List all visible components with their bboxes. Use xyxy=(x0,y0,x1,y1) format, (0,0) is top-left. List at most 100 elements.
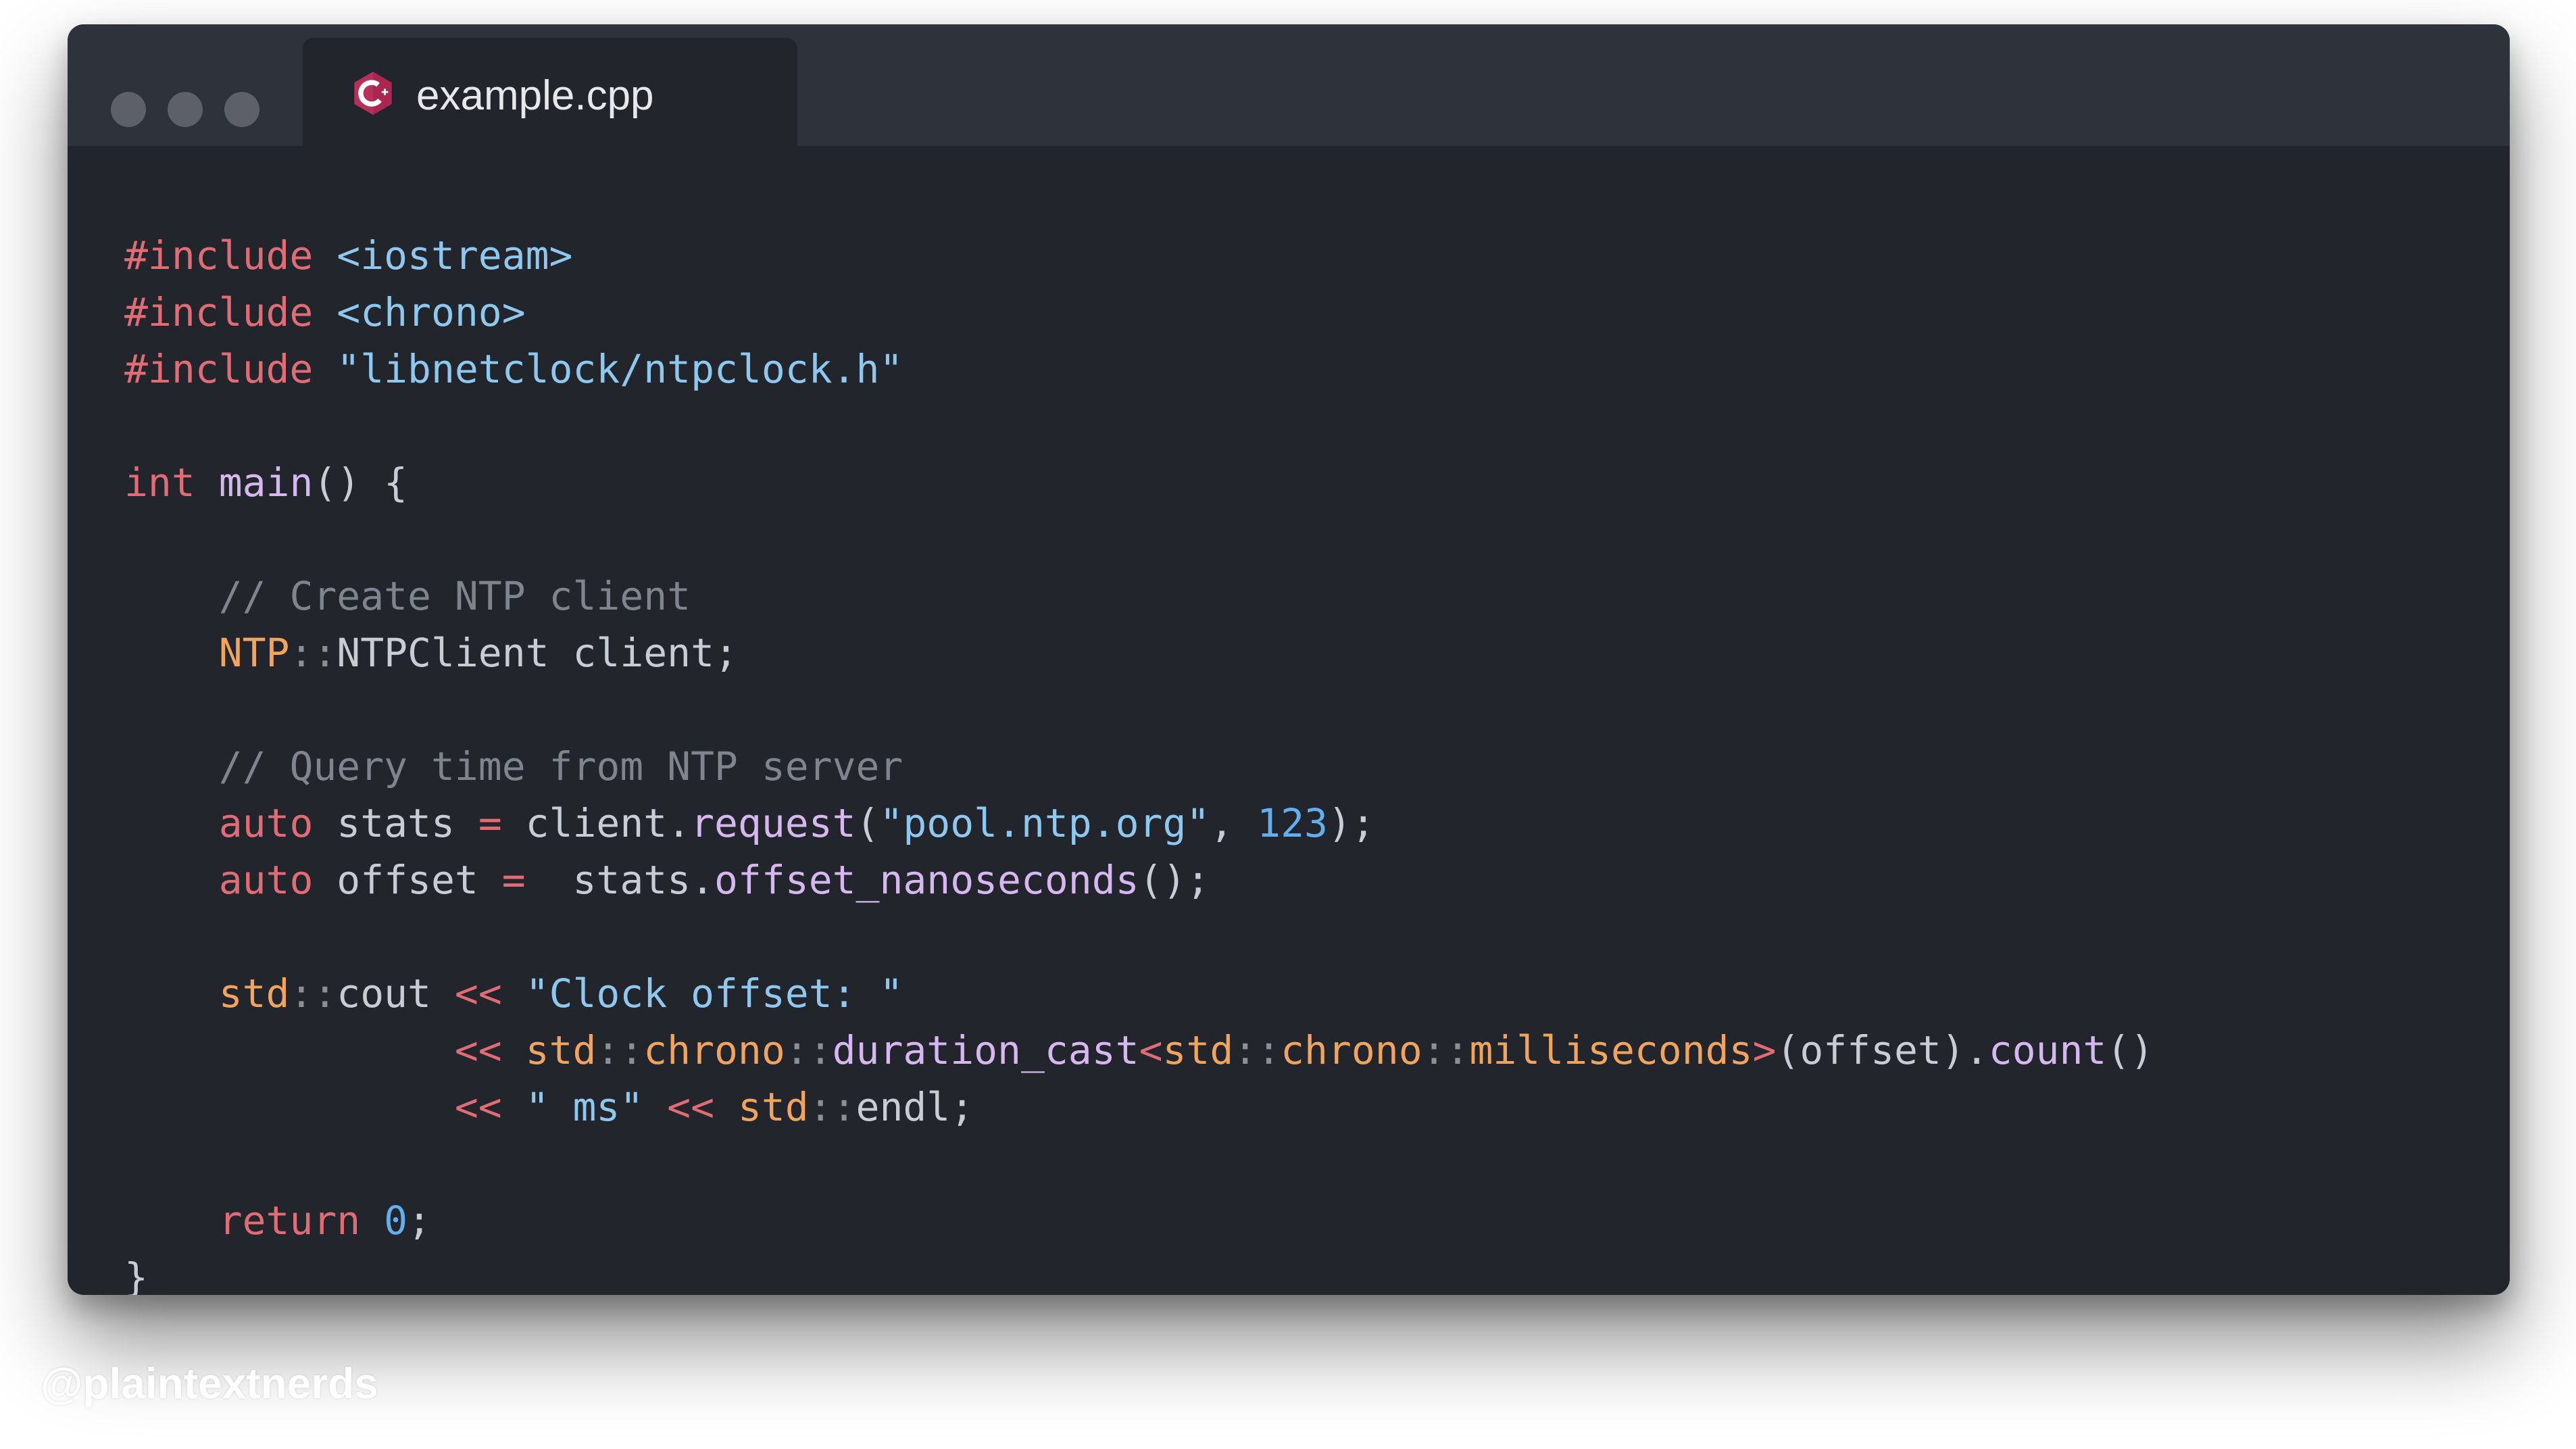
code-token: () { xyxy=(313,460,408,506)
code-token: "libnetclock/ntpclock.h" xyxy=(337,346,903,392)
code-token: std xyxy=(218,971,290,1016)
code-token: 0 xyxy=(384,1198,408,1244)
code-token: NTPClient client xyxy=(337,630,714,676)
tab-example-cpp[interactable]: example.cpp xyxy=(303,38,797,146)
code-token: = xyxy=(501,857,526,903)
code-token: #include xyxy=(124,232,314,278)
code-token: " ms" xyxy=(525,1084,644,1130)
minimize-window-button[interactable] xyxy=(168,92,203,127)
code-token: ); xyxy=(1327,800,1375,846)
code-token: ; xyxy=(950,1084,974,1130)
code-token: :: xyxy=(785,1027,833,1073)
code-token: duration_cast xyxy=(832,1027,1139,1073)
code-token: :: xyxy=(1233,1027,1281,1073)
code-token: :: xyxy=(1422,1027,1470,1073)
code-line: #include <iostream> xyxy=(124,227,2154,284)
code-line: int main() { xyxy=(124,454,2154,511)
code-token: "pool.ntp.org" xyxy=(879,800,1210,846)
code-line: } xyxy=(124,1249,2154,1295)
code-token: } xyxy=(124,1254,148,1295)
code-token: < xyxy=(1139,1027,1163,1073)
code-token: :: xyxy=(289,630,337,676)
zoom-window-button[interactable] xyxy=(224,92,259,127)
code-line: << " ms" << std::endl; xyxy=(124,1079,2154,1135)
code-line: #include "libnetclock/ntpclock.h" xyxy=(124,341,2154,397)
code-token: () xyxy=(2106,1027,2154,1073)
code-token: 123 xyxy=(1257,800,1328,846)
code-token: <iostream> xyxy=(337,232,573,278)
watermark: @plaintextnerds xyxy=(41,1359,378,1408)
code-token: offset_nanoseconds xyxy=(714,857,1139,903)
code-token: ( xyxy=(856,800,880,846)
code-token: :: xyxy=(289,971,337,1016)
code-token: << xyxy=(454,1084,502,1130)
code-token: NTP xyxy=(218,630,290,676)
code-token: chrono xyxy=(1281,1027,1422,1073)
code-token: :: xyxy=(808,1084,856,1130)
code-editor[interactable]: #include <iostream> #include <chrono> #inc… xyxy=(124,227,2154,1295)
code-token: (offset). xyxy=(1776,1027,1989,1073)
code-token: return xyxy=(218,1198,361,1244)
code-token: ; xyxy=(714,630,738,676)
title-bar: example.cpp xyxy=(68,24,2510,146)
code-token: :: xyxy=(596,1027,644,1073)
code-token: auto xyxy=(218,800,314,846)
code-token: client. xyxy=(501,800,691,846)
code-line: return 0; xyxy=(124,1192,2154,1249)
code-token: auto xyxy=(218,857,314,903)
close-window-button[interactable] xyxy=(111,92,146,127)
code-token: offset xyxy=(313,857,502,903)
code-token: <chrono> xyxy=(337,289,526,335)
code-token: cout xyxy=(337,971,455,1016)
tab-title: example.cpp xyxy=(416,72,654,119)
code-line: NTP::NTPClient client; xyxy=(124,624,2154,681)
code-token: // Query time from NTP server xyxy=(218,743,903,789)
code-token: main xyxy=(218,460,314,506)
code-token: chrono xyxy=(643,1027,785,1073)
code-line: auto offset = stats.offset_nanoseconds()… xyxy=(124,852,2154,908)
code-token: endl xyxy=(856,1084,951,1130)
code-line: << std::chrono::duration_cast<std::chron… xyxy=(124,1022,2154,1079)
code-line: auto stats = client.request("pool.ntp.or… xyxy=(124,795,2154,852)
code-window: example.cpp #include <iostream> #include … xyxy=(68,24,2510,1295)
code-line: // Create NTP client xyxy=(124,568,2154,624)
code-token: ; xyxy=(407,1198,431,1244)
code-line: #include <chrono> xyxy=(124,284,2154,341)
code-token: > xyxy=(1752,1027,1777,1073)
code-token: stats. xyxy=(525,857,715,903)
code-line: // Query time from NTP server xyxy=(124,738,2154,795)
code-token: << xyxy=(454,971,502,1016)
code-token: (); xyxy=(1139,857,1210,903)
code-token: , xyxy=(1210,800,1258,846)
code-token: std xyxy=(1162,1027,1234,1073)
cpp-file-icon xyxy=(354,72,392,115)
code-token: std xyxy=(737,1084,809,1130)
code-token: = xyxy=(478,800,502,846)
code-token: "Clock offset: " xyxy=(525,971,903,1016)
code-token: milliseconds xyxy=(1469,1027,1753,1073)
code-token: request xyxy=(691,800,856,846)
code-token: std xyxy=(525,1027,597,1073)
code-line: std::cout << "Clock offset: " xyxy=(124,965,2154,1022)
code-token: int xyxy=(124,460,195,506)
